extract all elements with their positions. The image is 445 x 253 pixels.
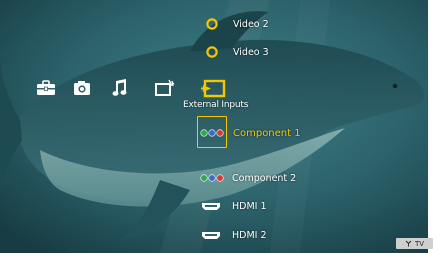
category-settings[interactable] — [34, 77, 58, 99]
camera-icon — [74, 81, 90, 95]
input-item-hdmi-2[interactable]: HDMI 2 — [201, 229, 267, 241]
input-item-label: Video 3 — [233, 46, 269, 58]
input-item-label: Component 1 — [233, 127, 301, 139]
category-external-inputs-label: External Inputs — [183, 100, 249, 110]
toolbox-icon — [37, 80, 55, 95]
music-note-icon — [112, 79, 127, 96]
component-rgb-icon — [200, 174, 224, 182]
input-item-component-2[interactable]: Component 2 — [198, 171, 296, 185]
component-rgb-icon — [200, 129, 224, 137]
input-item-video-2[interactable]: Video 2 — [205, 17, 269, 31]
input-item-video-3[interactable]: Video 3 — [205, 45, 269, 59]
hdmi-port-icon — [202, 231, 220, 239]
input-item-label: Video 2 — [233, 18, 269, 30]
hdmi-port-icon — [202, 202, 220, 210]
status-badge-label: TV — [414, 239, 425, 248]
category-external-inputs[interactable] — [200, 76, 228, 100]
category-music[interactable] — [108, 77, 132, 99]
input-item-hdmi-1[interactable]: HDMI 1 — [201, 200, 267, 212]
input-item-label: Component 2 — [232, 172, 297, 184]
external-inputs-icon — [201, 79, 226, 98]
video-icon — [155, 79, 175, 96]
input-item-component-1[interactable]: Component 1 — [197, 117, 301, 149]
input-item-label: HDMI 1 — [232, 200, 267, 212]
composite-video-icon — [206, 46, 218, 58]
status-badge: TV — [396, 238, 433, 249]
category-video[interactable] — [153, 77, 177, 99]
input-item-label: HDMI 2 — [232, 229, 267, 241]
tv-xmb-screen: External Inputs Video 2 Video 3 Componen… — [0, 0, 445, 253]
category-photo[interactable] — [70, 77, 94, 99]
composite-video-icon — [206, 18, 218, 30]
antenna-icon — [405, 240, 412, 247]
